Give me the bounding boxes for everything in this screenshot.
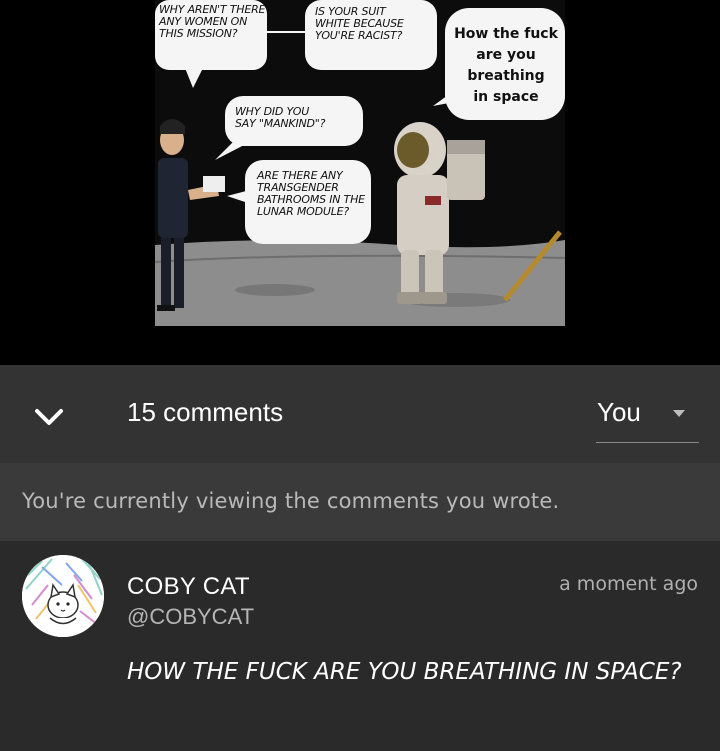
comic-bubble-women: WHY AREN'T THERE ANY WOMEN ON THIS MISSI…: [159, 3, 266, 40]
comment-timestamp: a moment ago: [559, 573, 698, 595]
comment-body: HOW THE FUCK ARE YOU BREATHING IN SPACE?: [127, 659, 682, 685]
filter-info-text: You're currently viewing the comments yo…: [22, 489, 560, 513]
comic-image: WHY AREN'T THERE ANY WOMEN ON THIS MISSI…: [155, 0, 565, 326]
comic-added-caption: How the fuck are you breathing in space: [454, 26, 558, 105]
comic-bubble-suit: IS YOUR SUIT WHITE BECAUSE YOU'RE RACIST…: [315, 5, 404, 42]
comment-count: 15 comments: [127, 397, 284, 427]
comment-author-name[interactable]: COBY CAT: [127, 573, 250, 601]
avatar[interactable]: [22, 555, 104, 637]
comment-item: COBY CAT @COBYCAT a moment ago HOW THE F…: [0, 541, 720, 751]
post-media[interactable]: WHY AREN'T THERE ANY WOMEN ON THIS MISSI…: [0, 0, 720, 365]
comic-bubble-mankind: WHY DID YOU SAY "MANKIND"?: [235, 105, 326, 130]
comment-author-handle[interactable]: @COBYCAT: [127, 604, 254, 630]
filter-value: You: [597, 397, 641, 427]
collapse-comments-button[interactable]: [30, 398, 68, 436]
filter-info-banner: You're currently viewing the comments yo…: [0, 463, 720, 541]
chevron-down-icon: [35, 409, 63, 425]
caret-down-icon: [673, 410, 685, 417]
comic-bubble-bathrooms: ARE THERE ANY TRANSGENDER BATHROOMS IN T…: [257, 169, 365, 218]
comments-header: 15 comments You: [0, 365, 720, 463]
comment-filter-dropdown[interactable]: You: [596, 389, 699, 443]
